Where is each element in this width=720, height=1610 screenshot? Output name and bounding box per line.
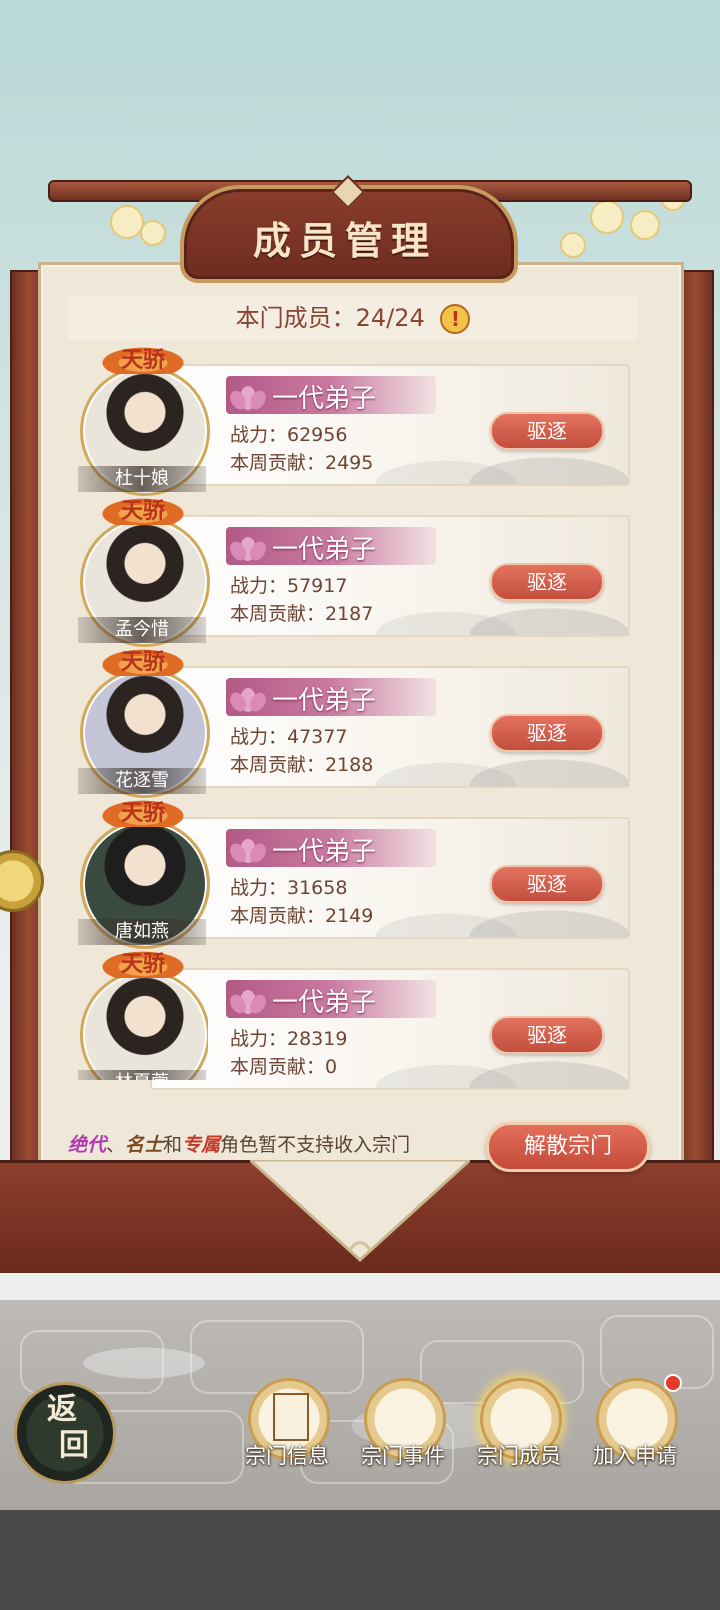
nav-label: 宗门成员 (477, 1444, 561, 1468)
nav-sect-events[interactable]: 宗门事件 (348, 1378, 458, 1488)
back-char-1: 返 (47, 1392, 77, 1427)
rank-label: 一代弟子 (272, 988, 377, 1018)
blossom-decoration (630, 210, 660, 240)
member-count-bar: 本门成员：24/24 ! (68, 296, 638, 340)
tianjiao-badge: 天骄 (98, 648, 188, 676)
member-avatar-group[interactable]: 天骄 花逐雪 (78, 648, 210, 798)
expel-button[interactable]: 驱逐 (490, 714, 604, 752)
notice-separator: 、 (106, 1134, 126, 1156)
member-name: 孟今惜 (78, 617, 206, 643)
notice-and: 和 (163, 1134, 183, 1156)
expel-button[interactable]: 驱逐 (490, 563, 604, 601)
rank-label: 一代弟子 (272, 384, 377, 414)
notice-term-jueda: 绝代 (68, 1134, 107, 1156)
lotus-icon (230, 386, 266, 410)
blossom-decoration (140, 220, 166, 246)
nav-label: 宗门信息 (245, 1444, 329, 1468)
back-char-2: 回 (59, 1428, 89, 1463)
member-avatar-group[interactable]: 天骄 孟今惜 (78, 497, 210, 647)
lotus-icon (230, 990, 266, 1014)
blossom-decoration (110, 205, 144, 239)
back-button-label: 返 回 (14, 1392, 110, 1464)
blossom-decoration (590, 200, 624, 234)
notice-term-mingshi: 名士 (125, 1134, 164, 1156)
weekly-contribution-label: 本周贡献：2495 (230, 452, 374, 474)
power-label: 战力：47377 (230, 726, 348, 748)
nav-sect-info[interactable]: 宗门信息 (232, 1378, 342, 1488)
nav-label: 宗门事件 (361, 1444, 445, 1468)
nav-join-requests[interactable]: 加入申请 (580, 1374, 690, 1488)
weekly-contribution-label: 本周贡献：2149 (230, 905, 374, 927)
rank-label: 一代弟子 (272, 535, 377, 565)
member-avatar-group[interactable]: 天骄 唐如燕 (78, 799, 210, 949)
scroll-tip-decoration (250, 1160, 470, 1263)
disband-sect-button[interactable]: 解散宗门 (486, 1122, 650, 1172)
member-card: 一代弟子 战力：31658 本周贡献：2149 驱逐 (150, 817, 630, 939)
expel-button[interactable]: 驱逐 (490, 412, 604, 450)
member-name: 唐如燕 (78, 919, 206, 945)
rules-notice: 绝代、名士和专属角色暂不支持收入宗门 (68, 1130, 410, 1157)
member-card: 一代弟子 战力：62956 本周贡献：2495 驱逐 (150, 364, 630, 486)
tianjiao-badge: 天骄 (98, 497, 188, 525)
power-label: 战力：31658 (230, 877, 348, 899)
rank-label: 一代弟子 (272, 837, 377, 867)
member-count-label: 本门成员：24/24 (235, 304, 425, 332)
avatar[interactable] (80, 970, 208, 1080)
nav-label: 加入申请 (593, 1444, 677, 1468)
lotus-icon (230, 537, 266, 561)
member-name: 杜十娘 (78, 466, 206, 492)
tianjiao-badge: 天骄 (98, 346, 188, 374)
expel-button[interactable]: 驱逐 (490, 865, 604, 903)
power-label: 战力：57917 (230, 575, 348, 597)
weekly-contribution-label: 本周贡献：0 (230, 1056, 338, 1078)
tianjiao-badge: 天骄 (98, 950, 188, 978)
member-card: 一代弟子 战力：28319 本周贡献：0 驱逐 (150, 968, 630, 1090)
expel-button[interactable]: 驱逐 (490, 1016, 604, 1054)
member-avatar-group[interactable]: 天骄 杜十娘 (78, 346, 210, 496)
warning-icon[interactable]: ! (440, 304, 471, 334)
lotus-icon (230, 839, 266, 863)
tianjiao-badge: 天骄 (98, 799, 188, 827)
member-name: 花逐雪 (78, 768, 206, 794)
member-avatar-group[interactable]: 天骄 林夏萱 (78, 950, 208, 1080)
rank-label: 一代弟子 (272, 686, 377, 716)
bottom-system-bar (0, 1510, 720, 1610)
member-card: 一代弟子 战力：47377 本周贡献：2188 驱逐 (150, 666, 630, 788)
nav-sect-members[interactable]: 宗门成员 (464, 1378, 574, 1488)
member-name: 林夏萱 (78, 1070, 206, 1080)
notice-term-zhuanshu: 专属 (182, 1134, 221, 1156)
blossom-decoration (560, 232, 586, 258)
panel-title: 成员管理 (252, 218, 437, 263)
notice-text: 角色暂不支持收入宗门 (220, 1134, 411, 1156)
lotus-icon (230, 688, 266, 712)
power-label: 战力：62956 (230, 424, 348, 446)
power-label: 战力：28319 (230, 1028, 348, 1050)
weekly-contribution-label: 本周贡献：2188 (230, 754, 374, 776)
notification-dot-icon (664, 1374, 682, 1392)
weekly-contribution-label: 本周贡献：2187 (230, 603, 374, 625)
member-card: 一代弟子 战力：57917 本周贡献：2187 驱逐 (150, 515, 630, 637)
